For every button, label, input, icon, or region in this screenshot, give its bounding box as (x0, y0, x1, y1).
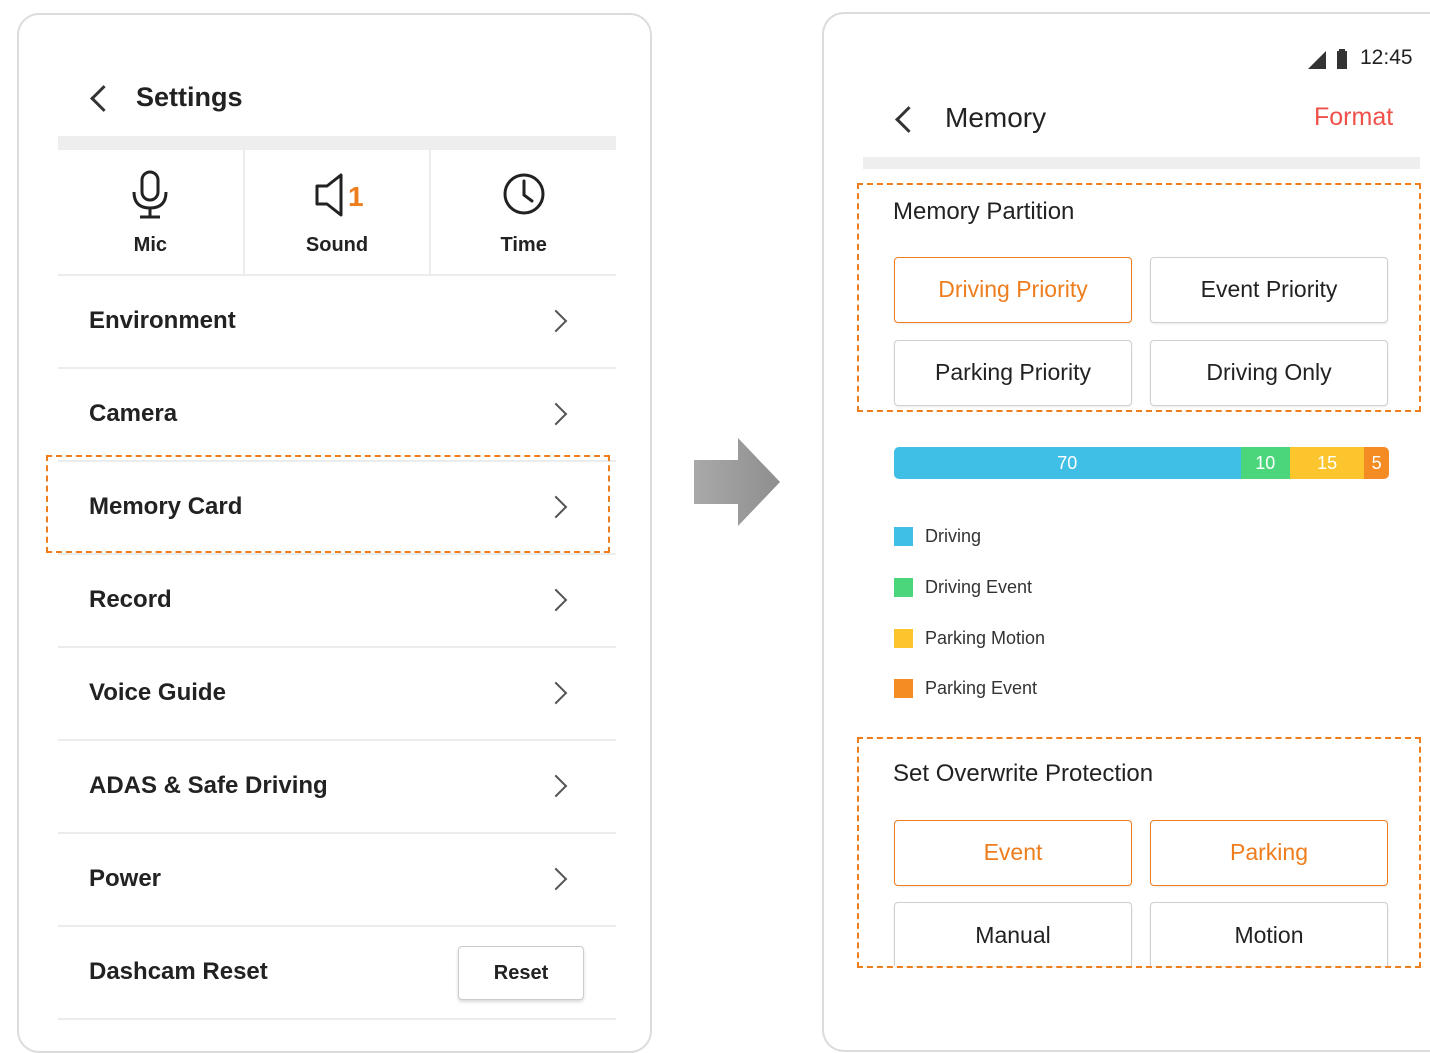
legend-swatch (894, 526, 913, 546)
speaker-icon: 1 (315, 173, 364, 217)
legend-parking-event: Parking Event (894, 678, 1037, 698)
status-icons (1308, 49, 1347, 69)
chevron-right-icon (544, 402, 568, 426)
legend-swatch (894, 678, 913, 698)
microphone-icon (132, 170, 168, 219)
menu-item-adas[interactable]: ADAS & Safe Driving (58, 740, 616, 834)
quick-time[interactable]: Time (431, 150, 616, 274)
menu-item-environment[interactable]: Environment (58, 275, 616, 369)
chevron-right-icon (544, 774, 568, 798)
memory-usage-bar: 70 10 15 5 (894, 447, 1389, 479)
memory-title: Memory (945, 102, 1047, 133)
chevron-right-icon (544, 681, 568, 705)
legend-driving-event: Driving Event (894, 577, 1032, 597)
quick-label-time: Time (500, 234, 547, 256)
quick-sound[interactable]: 1 Sound (245, 150, 432, 274)
settings-title: Settings (136, 82, 243, 112)
arrow-right-icon (694, 438, 780, 526)
menu-label: Dashcam Reset (89, 958, 268, 985)
clock-icon (503, 173, 545, 215)
format-button[interactable]: Format (1314, 103, 1393, 132)
signal-icon (1308, 51, 1326, 69)
sound-level-badge: 1 (348, 181, 364, 212)
quick-label-mic: Mic (133, 234, 167, 256)
menu-label: Record (89, 586, 172, 613)
menu-item-voice-guide[interactable]: Voice Guide (58, 647, 616, 741)
reset-button[interactable]: Reset (458, 946, 584, 1000)
quick-settings: Mic 1 Sound Time (58, 150, 616, 276)
legend-driving: Driving (894, 526, 981, 546)
status-time: 12:45 (1360, 46, 1413, 69)
menu-label: Environment (89, 307, 236, 334)
menu-label: Camera (89, 400, 178, 427)
battery-icon (1337, 51, 1347, 69)
usage-segment-parking-motion: 15 (1290, 447, 1365, 479)
legend-label: Driving Event (925, 576, 1033, 597)
menu-item-power[interactable]: Power (58, 833, 616, 927)
menu-label: Voice Guide (89, 679, 226, 706)
highlight-memory-partition (857, 183, 1421, 412)
legend-label: Parking Event (925, 677, 1038, 698)
legend-parking-motion: Parking Motion (894, 628, 1045, 648)
chevron-right-icon (544, 867, 568, 891)
menu-label: Power (89, 865, 162, 892)
header-divider (863, 157, 1420, 169)
legend-swatch (894, 577, 913, 597)
legend-label: Driving (925, 525, 982, 546)
header-divider (58, 136, 616, 150)
usage-segment-driving: 70 (894, 447, 1241, 479)
menu-item-record[interactable]: Record (58, 554, 616, 648)
quick-mic[interactable]: Mic (58, 150, 245, 274)
menu-item-camera[interactable]: Camera (58, 368, 616, 462)
legend-label: Parking Motion (925, 627, 1046, 648)
usage-segment-driving-event: 10 (1240, 447, 1290, 479)
legend-swatch (894, 628, 913, 648)
chevron-right-icon (544, 588, 568, 612)
highlight-memory-card (46, 455, 610, 553)
chevron-right-icon (544, 309, 568, 333)
menu-label: ADAS & Safe Driving (89, 772, 328, 799)
quick-label-sound: Sound (305, 234, 369, 256)
menu-item-dashcam-reset: Dashcam Reset Reset (58, 926, 616, 1020)
usage-segment-parking-event: 5 (1364, 447, 1389, 479)
highlight-overwrite-protection (857, 737, 1421, 968)
